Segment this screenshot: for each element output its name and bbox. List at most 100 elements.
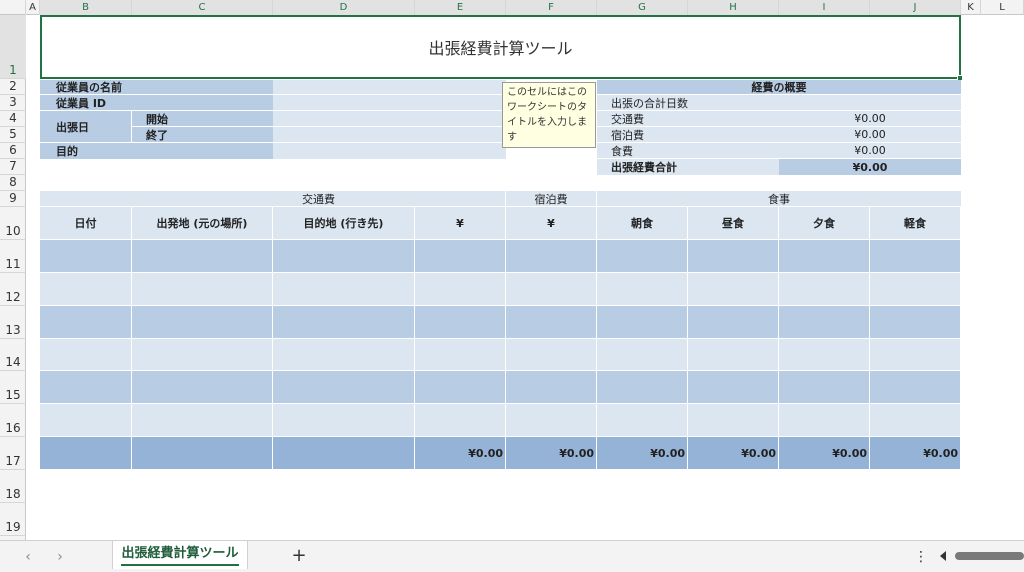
col-header-g[interactable]: G xyxy=(597,0,688,15)
total-dinner[interactable]: ¥0.00 xyxy=(779,437,870,470)
cell-origin[interactable] xyxy=(132,404,273,437)
horizontal-scrollbar-thumb[interactable] xyxy=(955,552,1024,560)
scroll-left-arrow[interactable] xyxy=(940,551,946,561)
cell-destination[interactable] xyxy=(273,339,415,371)
row-header-12[interactable]: 12 xyxy=(0,273,26,306)
cell-lunch[interactable] xyxy=(688,240,779,273)
total-lodging-amount[interactable]: ¥0.00 xyxy=(506,437,597,470)
more-options-icon[interactable]: ⋮ xyxy=(914,547,928,567)
row-header-17[interactable]: 17 xyxy=(0,437,26,470)
cell-lunch[interactable] xyxy=(688,306,779,339)
total-lunch[interactable]: ¥0.00 xyxy=(688,437,779,470)
cell-snack[interactable] xyxy=(870,273,961,306)
cell-destination[interactable] xyxy=(273,306,415,339)
cell-lunch[interactable] xyxy=(688,371,779,404)
cell-snack[interactable] xyxy=(870,404,961,437)
add-sheet-button[interactable]: + xyxy=(288,545,310,567)
cell-date[interactable] xyxy=(40,273,132,306)
cell-transport-amount[interactable] xyxy=(415,371,506,404)
cell-destination[interactable] xyxy=(273,273,415,306)
cell-breakfast[interactable] xyxy=(597,404,688,437)
prev-sheet-arrow[interactable]: ‹ xyxy=(18,547,38,567)
summary-transport-value[interactable]: ¥0.00 xyxy=(779,111,961,127)
cell-transport-amount[interactable] xyxy=(415,339,506,371)
purpose-input[interactable] xyxy=(273,143,506,159)
cell-dinner[interactable] xyxy=(779,273,870,306)
col-header-c[interactable]: C xyxy=(132,0,273,15)
row-header-15[interactable]: 15 xyxy=(0,371,26,404)
cell-snack[interactable] xyxy=(870,339,961,371)
col-header-l[interactable]: L xyxy=(981,0,1024,15)
cell-breakfast[interactable] xyxy=(597,240,688,273)
summary-lodging-value[interactable]: ¥0.00 xyxy=(779,127,961,143)
select-all-corner[interactable] xyxy=(0,0,26,15)
col-header-h[interactable]: H xyxy=(688,0,779,15)
summary-total-value[interactable]: ¥0.00 xyxy=(779,159,961,175)
cell-destination[interactable] xyxy=(273,371,415,404)
summary-total-days-value[interactable] xyxy=(779,95,961,111)
cell-lunch[interactable] xyxy=(688,273,779,306)
cell-transport-amount[interactable] xyxy=(415,404,506,437)
cell-date[interactable] xyxy=(40,339,132,371)
row-header-6[interactable]: 6 xyxy=(0,143,26,159)
cell-date[interactable] xyxy=(40,306,132,339)
cell-breakfast[interactable] xyxy=(597,339,688,371)
cell-date[interactable] xyxy=(40,404,132,437)
row-header-4[interactable]: 4 xyxy=(0,111,26,127)
total-origin[interactable] xyxy=(132,437,273,470)
cell-lodging-amount[interactable] xyxy=(506,306,597,339)
cell-origin[interactable] xyxy=(132,240,273,273)
row-header-5[interactable]: 5 xyxy=(0,127,26,143)
row-header-16[interactable]: 16 xyxy=(0,404,26,437)
employee-id-input[interactable] xyxy=(273,95,506,111)
cell-destination[interactable] xyxy=(273,240,415,273)
cell-lodging-amount[interactable] xyxy=(506,273,597,306)
cell-origin[interactable] xyxy=(132,306,273,339)
cell-snack[interactable] xyxy=(870,371,961,404)
col-header-a[interactable]: A xyxy=(26,0,40,15)
title-cell[interactable]: 出張経費計算ツール xyxy=(40,15,961,79)
col-header-i[interactable]: I xyxy=(779,0,870,15)
cell-snack[interactable] xyxy=(870,240,961,273)
total-snack[interactable]: ¥0.00 xyxy=(870,437,961,470)
row-header-9[interactable]: 9 xyxy=(0,191,26,207)
next-sheet-arrow[interactable]: › xyxy=(50,547,70,567)
cell-lunch[interactable] xyxy=(688,339,779,371)
total-breakfast[interactable]: ¥0.00 xyxy=(597,437,688,470)
col-header-b[interactable]: B xyxy=(40,0,132,15)
cell-snack[interactable] xyxy=(870,306,961,339)
cell-transport-amount[interactable] xyxy=(415,273,506,306)
total-destination[interactable] xyxy=(273,437,415,470)
row-header-14[interactable]: 14 xyxy=(0,339,26,371)
row-header-1[interactable]: 1 xyxy=(0,15,26,79)
cell-lodging-amount[interactable] xyxy=(506,240,597,273)
row-header-13[interactable]: 13 xyxy=(0,306,26,339)
employee-name-input[interactable] xyxy=(273,80,506,95)
cell-lodging-amount[interactable] xyxy=(506,371,597,404)
cell-dinner[interactable] xyxy=(779,339,870,371)
row-header-3[interactable]: 3 xyxy=(0,95,26,111)
sheet-tab-active[interactable]: 出張経費計算ツール xyxy=(112,541,248,569)
cell-date[interactable] xyxy=(40,371,132,404)
row-header-19[interactable]: 19 xyxy=(0,503,26,536)
row-header-8[interactable]: 8 xyxy=(0,175,26,191)
cell-date[interactable] xyxy=(40,240,132,273)
cell-transport-amount[interactable] xyxy=(415,306,506,339)
cell-lodging-amount[interactable] xyxy=(506,404,597,437)
col-header-e[interactable]: E xyxy=(415,0,506,15)
total-date[interactable] xyxy=(40,437,132,470)
cell-breakfast[interactable] xyxy=(597,273,688,306)
total-transport-amount[interactable]: ¥0.00 xyxy=(415,437,506,470)
cell-origin[interactable] xyxy=(132,339,273,371)
row-header-10[interactable]: 10 xyxy=(0,207,26,240)
row-header-11[interactable]: 11 xyxy=(0,240,26,273)
cell-transport-amount[interactable] xyxy=(415,240,506,273)
cell-origin[interactable] xyxy=(132,273,273,306)
trip-end-input[interactable] xyxy=(273,127,506,143)
row-header-18[interactable]: 18 xyxy=(0,470,26,503)
cell-lunch[interactable] xyxy=(688,404,779,437)
cell-dinner[interactable] xyxy=(779,371,870,404)
cell-lodging-amount[interactable] xyxy=(506,339,597,371)
cell-destination[interactable] xyxy=(273,404,415,437)
col-header-d[interactable]: D xyxy=(273,0,415,15)
